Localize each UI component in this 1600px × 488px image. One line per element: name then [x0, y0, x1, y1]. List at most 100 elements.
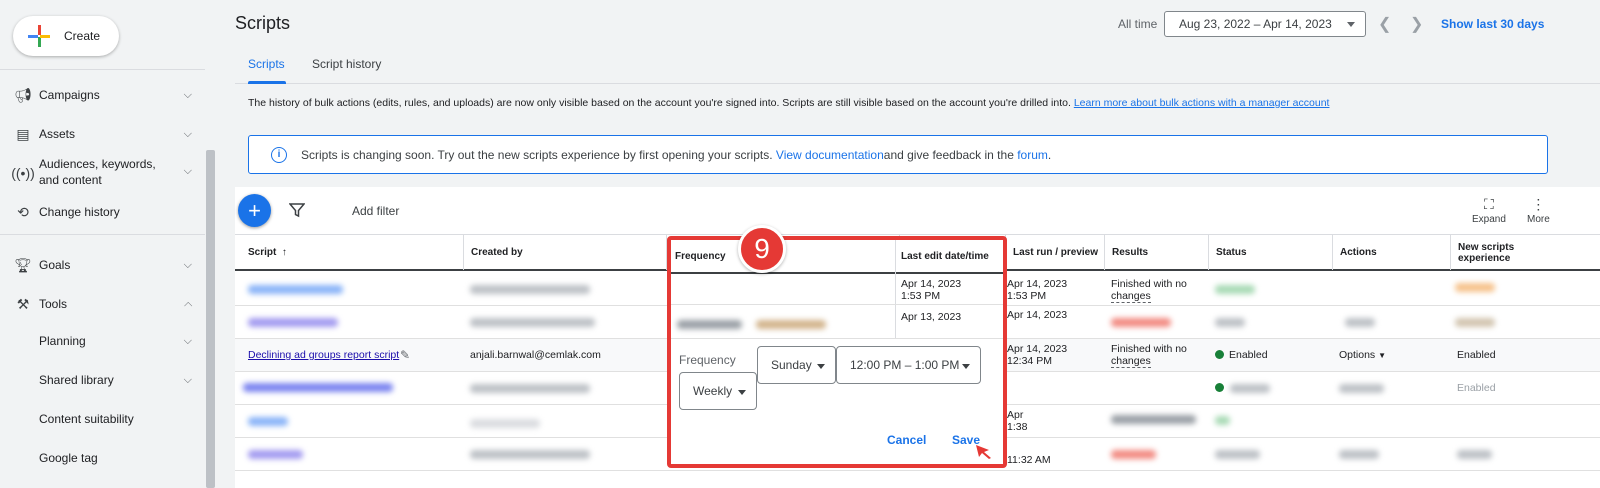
frequency-select[interactable]: Weekly	[679, 372, 757, 410]
info-icon: i	[271, 146, 287, 163]
last-run-date: Apr 14, 2023	[1007, 343, 1068, 355]
column-header-actions[interactable]: Actions	[1332, 235, 1450, 270]
last-edit-cell: Apr 13, 2023	[901, 311, 962, 323]
banner-text: and give feedback in the	[883, 147, 1014, 162]
expand-button[interactable]: ⛶ Expand	[1472, 196, 1506, 225]
results-cell: Finished with no changes	[1111, 343, 1187, 368]
sidebar-item-audiences[interactable]: ((•)) Audiences, keywords, and content ⌵	[11, 156, 192, 188]
date-range-picker[interactable]: Aug 23, 2022 – Apr 14, 2023	[1164, 11, 1366, 37]
results-cell: Finished with no changes	[1111, 278, 1187, 303]
next-period-icon[interactable]: ❯	[1410, 14, 1423, 34]
sidebar-item-tools[interactable]: ⚒ Tools ⌵	[12, 295, 192, 313]
add-filter-button[interactable]: Add filter	[352, 204, 399, 218]
sidebar-item-label: Goals	[39, 258, 71, 272]
time-value: 12:00 PM – 1:00 PM	[850, 358, 960, 372]
sidebar-item-campaigns[interactable]: 📢︎ Campaigns ⌵	[12, 86, 192, 104]
created-by-cell: anjali.barnwal@cemlak.com	[470, 349, 601, 361]
script-name-link[interactable]: Declining ad groups report script	[248, 349, 399, 361]
redacted-creator	[470, 384, 590, 393]
results-text: Finished with no	[1111, 278, 1187, 290]
column-header-script[interactable]: Script ↑	[235, 235, 463, 270]
tab-script-history[interactable]: Script history	[312, 57, 381, 71]
redacted-frequency	[756, 320, 826, 329]
sidebar-item-label: Campaigns	[39, 88, 100, 102]
sidebar-item-planning[interactable]: Planning ⌵	[39, 334, 192, 348]
filter-icon[interactable]	[289, 202, 305, 218]
create-button[interactable]: Create	[13, 16, 119, 56]
sidebar-item-content-suitability[interactable]: Content suitability	[39, 412, 192, 426]
redacted-script-name	[248, 285, 343, 294]
status-cell	[1215, 382, 1229, 394]
column-header-last-run[interactable]: Last run / preview	[1005, 235, 1104, 270]
sidebar-scrollbar[interactable]	[206, 150, 215, 488]
row-divider	[671, 338, 1003, 339]
results-text: changes	[1111, 355, 1151, 368]
last-edit-cell: Apr 14, 2023 1:53 PM	[901, 278, 961, 302]
all-time-label: All time	[1118, 17, 1158, 31]
sidebar-item-assets[interactable]: ▤ Assets ⌵	[12, 125, 192, 143]
edit-pencil-icon[interactable]: ✎	[400, 348, 410, 362]
sidebar-item-goals[interactable]: 🏆︎ Goals ⌵	[12, 256, 192, 274]
sidebar-item-change-history[interactable]: ⟲ Change history	[12, 203, 192, 221]
column-header-results[interactable]: Results	[1104, 235, 1208, 270]
divider	[0, 234, 205, 235]
redacted-actions	[1339, 384, 1384, 393]
column-header-new-scripts-experience[interactable]: New scripts experience	[1450, 235, 1600, 270]
notice-text: The history of bulk actions (edits, rule…	[248, 97, 1074, 109]
day-select[interactable]: Sunday	[757, 346, 836, 384]
view-documentation-link[interactable]: View documentation	[776, 148, 884, 162]
last-run-date: Apr	[1007, 409, 1024, 421]
more-button[interactable]: ⋮ More	[1527, 196, 1550, 225]
last-run-cell: Apr 14, 2023 12:34 PM	[1007, 343, 1067, 367]
status-cell: Enabled	[1215, 349, 1268, 361]
forum-link[interactable]: forum	[1017, 148, 1048, 162]
enabled-dot-icon	[1215, 383, 1224, 392]
last-edit-time: 1:53 PM	[901, 290, 941, 302]
new-experience-cell: Enabled	[1457, 349, 1496, 361]
day-value: Sunday	[771, 358, 812, 372]
broadcast-icon: ((•))	[11, 165, 35, 181]
more-vert-icon: ⋮	[1531, 196, 1546, 212]
last-edit-date: Apr 14, 2023	[901, 278, 962, 290]
dropdown-arrow-icon: ▼	[1378, 351, 1387, 360]
redacted-experience	[1455, 283, 1495, 292]
banner-text: Scripts is changing soon. Try out the ne…	[301, 147, 773, 162]
redacted-status	[1215, 416, 1230, 425]
column-divider	[895, 240, 896, 338]
column-header-created-by[interactable]: Created by	[463, 235, 666, 270]
sidebar-item-label-line2: and content	[39, 173, 102, 187]
frequency-value: Weekly	[693, 384, 733, 398]
options-dropdown[interactable]: Options ▼	[1339, 349, 1386, 361]
info-banner: i Scripts is changing soon. Try out the …	[248, 135, 1548, 174]
megaphone-icon: 📢︎	[14, 86, 32, 103]
sidebar-item-label: Content suitability	[39, 412, 134, 426]
header-underline	[671, 272, 1003, 274]
redacted-results	[1111, 318, 1171, 327]
row-divider	[671, 304, 1003, 305]
last-run-cell: Apr 14, 2023 1:53 PM	[1007, 278, 1067, 302]
tab-scripts[interactable]: Scripts	[248, 57, 285, 71]
last-run-time: 12:34 PM	[1007, 355, 1052, 367]
show-last-30-days-link[interactable]: Show last 30 days	[1441, 17, 1544, 31]
results-text: Finished with no	[1111, 343, 1187, 355]
time-select[interactable]: 12:00 PM – 1:00 PM	[836, 346, 981, 384]
cancel-button[interactable]: Cancel	[887, 433, 926, 447]
header-label: New scripts experience	[1458, 242, 1514, 264]
add-script-button[interactable]: +	[238, 194, 271, 227]
active-tab-indicator	[248, 81, 286, 84]
dropdown-arrow-icon	[817, 364, 825, 369]
chevron-down-icon: ⌵	[183, 334, 192, 347]
last-run-cell: Apr 1:38	[1007, 409, 1027, 433]
sidebar-item-label: Shared library	[39, 373, 114, 387]
learn-more-link[interactable]: Learn more about bulk actions with a man…	[1074, 97, 1330, 109]
sidebar: Create 📢︎ Campaigns ⌵ ▤ Assets ⌵ ((•)) A…	[0, 0, 220, 488]
redacted-results	[1111, 450, 1156, 459]
previous-period-icon[interactable]: ❮	[1378, 14, 1391, 34]
redacted-actions	[1345, 318, 1375, 327]
plus-icon	[28, 25, 50, 47]
sidebar-item-google-tag[interactable]: Google tag	[39, 451, 192, 465]
column-header-status[interactable]: Status	[1208, 235, 1332, 270]
popup-frequency-header: Frequency	[675, 251, 726, 262]
sidebar-item-shared-library[interactable]: Shared library ⌵	[39, 373, 192, 387]
last-run-time: 11:32 AM	[1007, 454, 1051, 466]
